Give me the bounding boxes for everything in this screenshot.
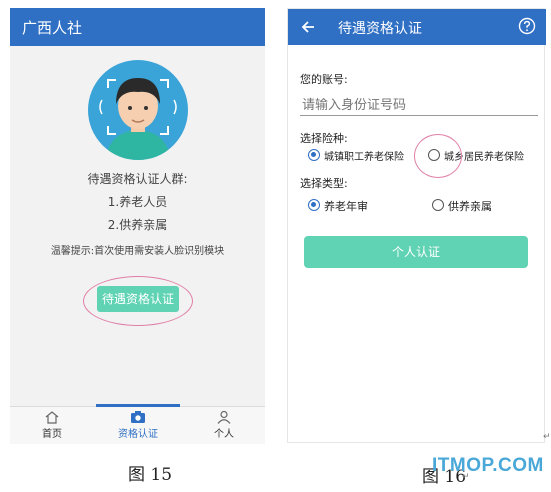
tab-label: 资格认证 [118, 429, 158, 440]
insurance-label: 选择险种: [300, 132, 348, 145]
home-icon [45, 411, 59, 424]
type-option-annual-review[interactable]: 养老年审 [324, 198, 368, 214]
phone-screen-auth-form: 待遇资格认证 您的账号: 选择险种: 城镇职工养老保险 城乡居民养老保险 选择类… [287, 8, 546, 443]
insurance-radio-urban[interactable] [308, 149, 320, 161]
annotation-circle [414, 134, 462, 178]
type-radio-dependents[interactable] [432, 199, 444, 211]
id-number-input[interactable] [300, 93, 538, 116]
face-scan-icon [99, 78, 177, 160]
watermark-text: ITMOP.COM [432, 455, 544, 476]
person-icon [217, 410, 231, 424]
tab-qualification-auth[interactable]: 资格认证 [108, 410, 168, 440]
type-radio-annual-review[interactable] [308, 199, 320, 211]
figure-caption-left: 图 15 [128, 465, 173, 485]
type-label: 选择类型: [300, 177, 348, 190]
tab-label: 首页 [42, 429, 62, 440]
tab-personal[interactable]: 个人 [194, 410, 254, 440]
form-header: 待遇资格认证 [288, 9, 546, 45]
annotation-circle [83, 276, 193, 326]
return-mark: ↵ [543, 432, 551, 442]
tab-label: 个人 [214, 429, 234, 440]
app-header: 广西人社 [10, 8, 265, 46]
tab-home[interactable]: 首页 [22, 410, 82, 440]
intro-text: 待遇资格认证人群: [87, 172, 188, 186]
account-label: 您的账号: [300, 73, 348, 86]
camera-icon [131, 411, 145, 423]
phone-screen-home: 广西人社 待遇资格认证人群: 1.养老人员 2.供养亲属 温馨提示:首次使用需安… [10, 8, 265, 444]
app-title: 广西人社 [22, 19, 83, 37]
active-tab-indicator [96, 404, 180, 407]
type-option-dependents[interactable]: 供养亲属 [448, 198, 492, 214]
hint-text: 温馨提示:首次使用需安装人脸识别模块 [50, 246, 225, 257]
insurance-option-urban[interactable]: 城镇职工养老保险 [324, 148, 404, 163]
list-item: 1.养老人员 [107, 195, 168, 209]
page-title: 待遇资格认证 [338, 21, 422, 37]
personal-auth-button[interactable]: 个人认证 [304, 236, 528, 268]
face-avatar-illustration [88, 60, 188, 160]
help-icon[interactable] [518, 17, 536, 35]
list-item: 2.供养亲属 [107, 218, 168, 232]
back-arrow-icon[interactable] [300, 19, 316, 35]
